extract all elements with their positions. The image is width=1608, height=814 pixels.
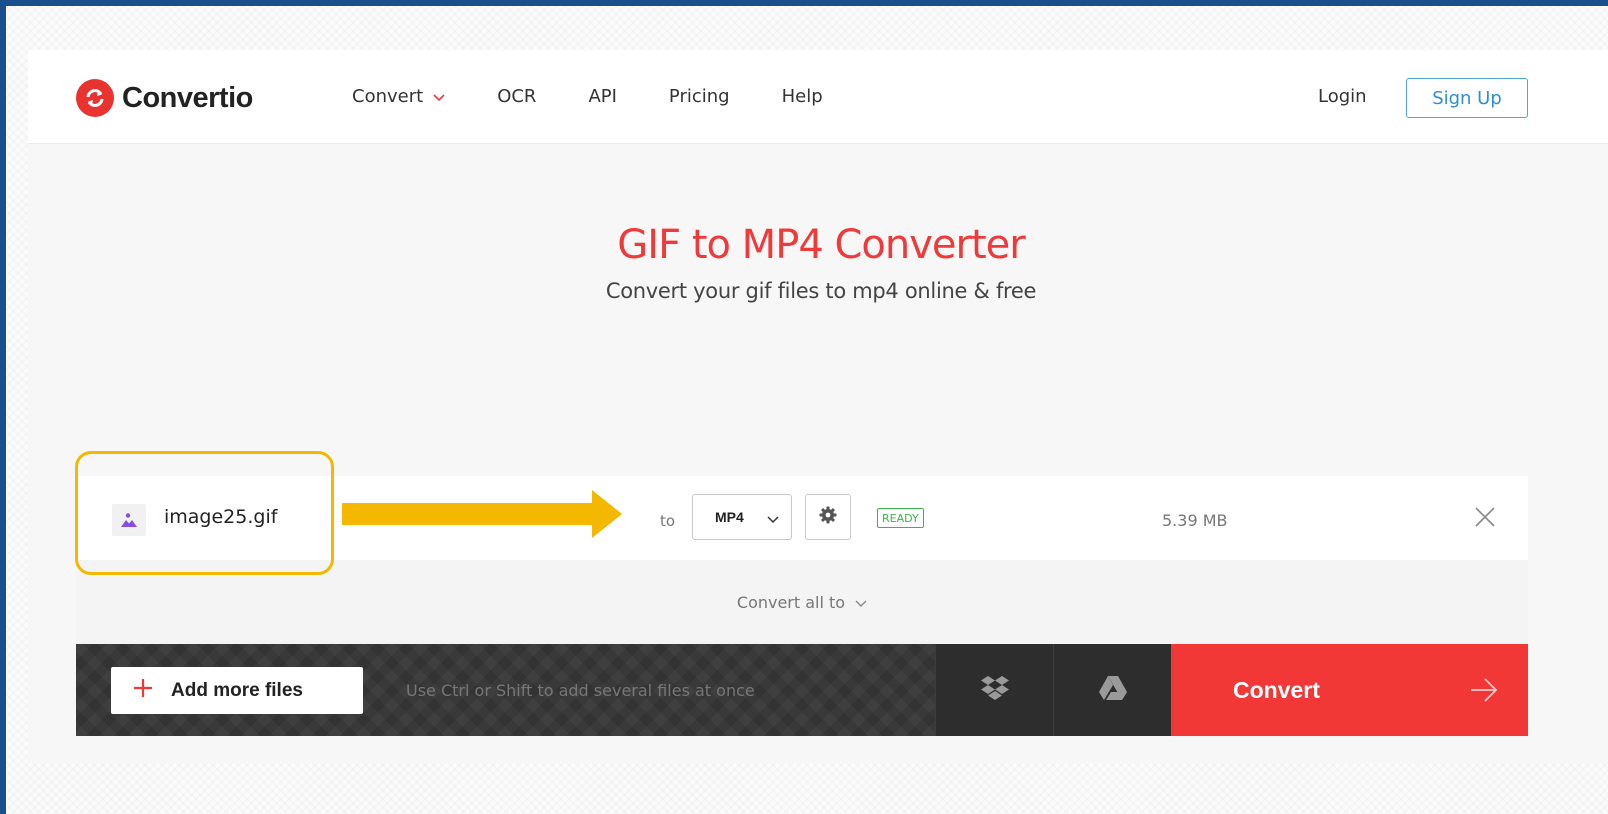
target-format-value: MP4 bbox=[715, 509, 744, 525]
signup-button[interactable]: Sign Up bbox=[1406, 78, 1528, 118]
page-title: GIF to MP4 Converter bbox=[617, 222, 1025, 268]
to-label: to bbox=[660, 512, 676, 530]
convert-all-label: Convert all to bbox=[736, 592, 846, 612]
google-drive-button[interactable] bbox=[1053, 644, 1171, 736]
file-size: 5.39 MB bbox=[1162, 511, 1228, 530]
nav-item-label: Help bbox=[781, 86, 823, 107]
annotation-highlight-box bbox=[75, 451, 334, 575]
chevron-down-icon bbox=[767, 511, 779, 527]
add-more-files-button[interactable]: Add more files bbox=[111, 667, 363, 714]
status-badge: READY bbox=[877, 508, 924, 528]
annotation-arrow bbox=[342, 488, 624, 545]
convert-button-label: Convert bbox=[1233, 676, 1320, 703]
google-drive-icon bbox=[1098, 675, 1128, 706]
nav-item-label: OCR bbox=[497, 86, 537, 107]
dropbox-icon bbox=[980, 675, 1010, 706]
nav-item-label: API bbox=[588, 86, 617, 107]
arrow-right-icon bbox=[1470, 677, 1498, 708]
nav-item-convert[interactable]: Convert bbox=[352, 86, 445, 107]
convert-button[interactable]: Convert bbox=[1171, 644, 1528, 736]
remove-file-button[interactable] bbox=[1472, 504, 1498, 530]
gear-icon bbox=[819, 506, 837, 529]
upload-toolbar: Add more files Use Ctrl or Shift to add … bbox=[76, 644, 1528, 736]
dropbox-button[interactable] bbox=[935, 644, 1053, 736]
main-nav: Convert OCR API Pricing Help bbox=[352, 86, 875, 107]
nav-item-label: Convert bbox=[352, 86, 424, 107]
nav-item-help[interactable]: Help bbox=[782, 86, 823, 107]
convertio-logo[interactable]: Convertio bbox=[76, 79, 253, 117]
screenshot-frame: Convertio Convert OCR API Pricing Help L… bbox=[0, 0, 1608, 814]
nav-item-label: Pricing bbox=[668, 86, 730, 107]
target-format-select[interactable]: MP4 bbox=[692, 494, 792, 540]
plus-icon bbox=[133, 678, 153, 704]
settings-button[interactable] bbox=[805, 494, 851, 540]
site-header: Convertio Convert OCR API Pricing Help L… bbox=[28, 50, 1608, 144]
convertio-logo-icon bbox=[76, 79, 114, 117]
nav-item-pricing[interactable]: Pricing bbox=[669, 86, 730, 107]
upload-hint: Use Ctrl or Shift to add several files a… bbox=[406, 681, 755, 700]
converter-page: Convertio Convert OCR API Pricing Help L… bbox=[28, 50, 1608, 762]
nav-item-api[interactable]: API bbox=[588, 86, 616, 107]
add-more-files-label: Add more files bbox=[171, 679, 303, 701]
login-link[interactable]: Login bbox=[1318, 86, 1367, 107]
page-subtitle: Convert your gif files to mp4 online & f… bbox=[605, 279, 1037, 303]
close-icon bbox=[1472, 507, 1498, 534]
brand-name: Convertio bbox=[122, 81, 253, 114]
nav-item-ocr[interactable]: OCR bbox=[497, 86, 536, 107]
chevron-down-icon bbox=[433, 86, 445, 107]
chevron-down-icon bbox=[855, 593, 867, 612]
